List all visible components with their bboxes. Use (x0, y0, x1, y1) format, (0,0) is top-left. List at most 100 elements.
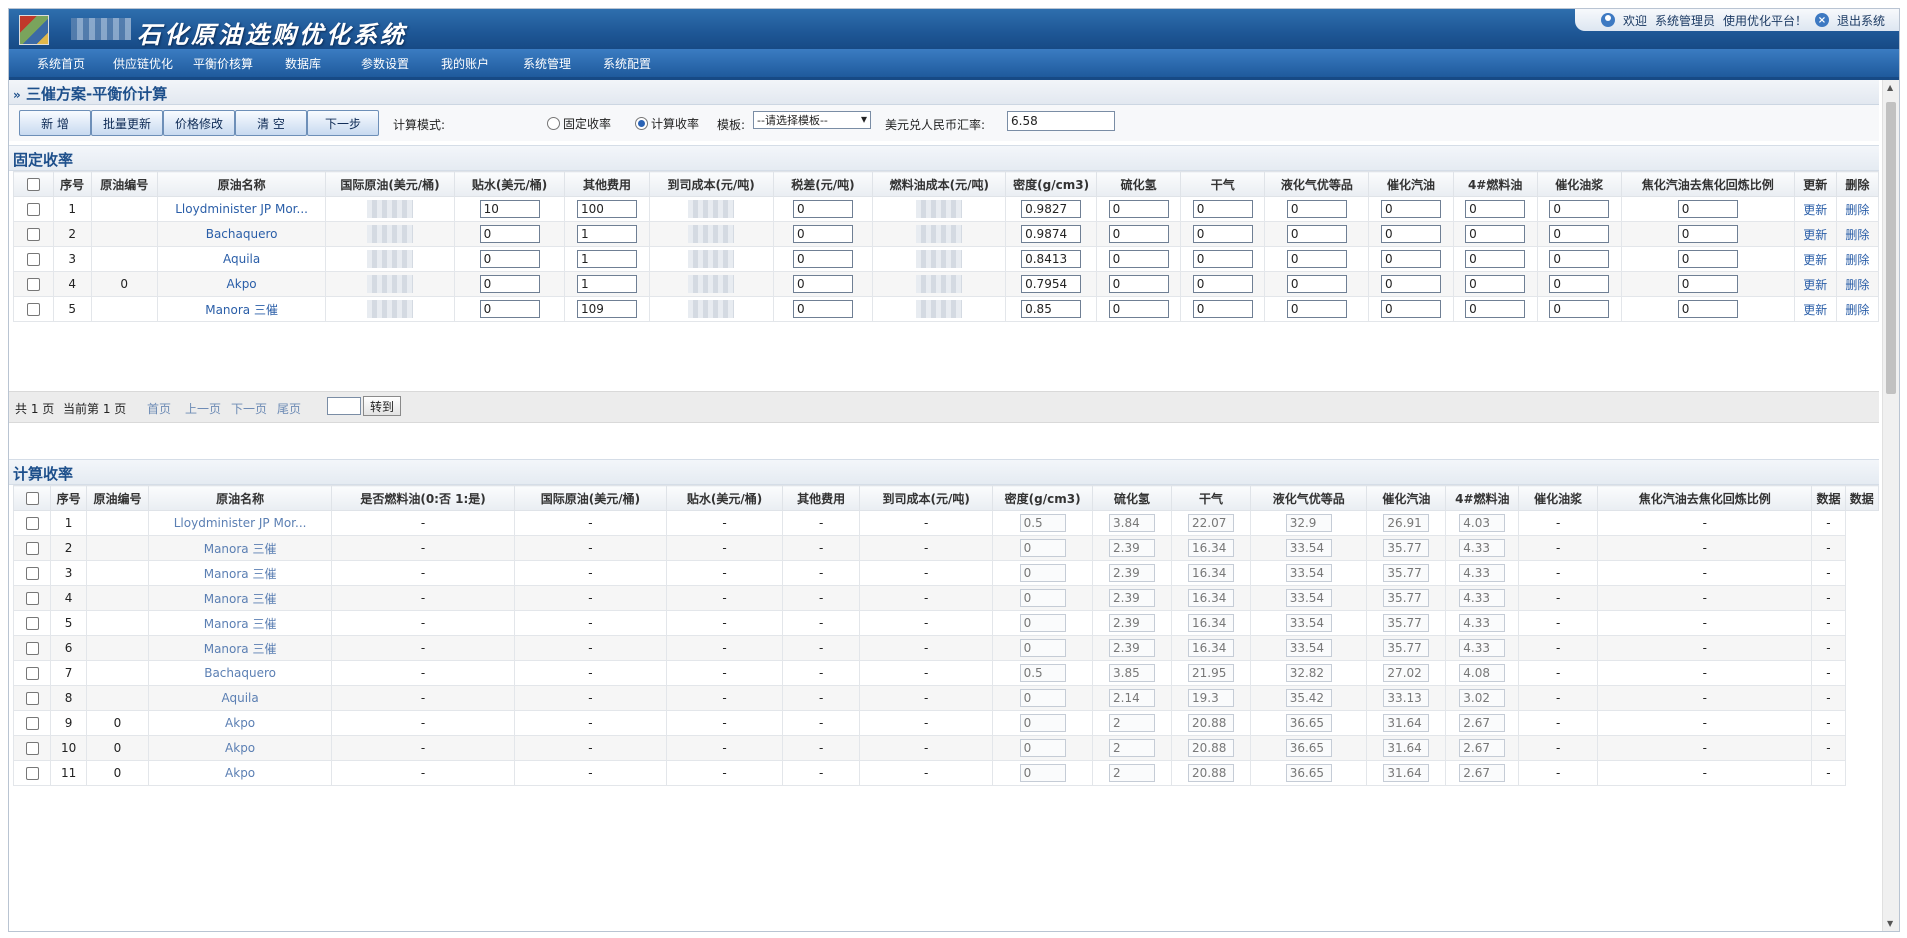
mode-calc-radio[interactable]: 计算收率 (635, 115, 699, 132)
dry-gas-cell[interactable]: 0 (1180, 221, 1266, 247)
slurry-input[interactable]: 0 (1549, 300, 1610, 318)
density-input[interactable]: 0.9827 (1021, 200, 1082, 218)
dry-gas-input[interactable]: 0 (1192, 275, 1253, 293)
slurry-input[interactable]: 0 (1549, 225, 1610, 243)
density-input[interactable]: 0.85 (1021, 300, 1082, 318)
slurry-cell[interactable]: 0 (1536, 296, 1622, 322)
crude-name[interactable]: Manora 三催 (148, 585, 333, 611)
update-cell[interactable]: 更新 (1793, 221, 1837, 247)
other-fee-input[interactable]: 1 (577, 275, 638, 293)
crude-name[interactable]: Manora 三催 (156, 296, 327, 322)
crude-name-link[interactable]: Lloydminister JP Mor... (175, 202, 308, 216)
premium-cell[interactable]: 10 (453, 196, 566, 222)
crude-name[interactable]: Aquila (156, 246, 327, 272)
other-fee-input[interactable]: 100 (577, 200, 638, 218)
fuel4-cell[interactable]: 0 (1452, 196, 1538, 222)
h2s-input[interactable]: 0 (1108, 225, 1169, 243)
crude-name[interactable]: Aquila (148, 685, 333, 711)
crude-name[interactable]: Manora 三催 (148, 610, 333, 636)
nav-home[interactable]: 系统首页 (37, 55, 85, 72)
pager-last[interactable]: 尾页 (277, 400, 301, 417)
nav-balance-price[interactable]: 平衡价核算 (193, 55, 253, 72)
coking-ratio-input[interactable]: 0 (1677, 225, 1738, 243)
gasoline-input[interactable]: 0 (1381, 225, 1441, 243)
slurry-cell[interactable]: 0 (1536, 246, 1622, 272)
nav-parameters[interactable]: 参数设置 (361, 55, 409, 72)
density-cell[interactable]: 0.85 (1005, 296, 1098, 322)
scroll-down-icon[interactable]: ▼ (1887, 919, 1893, 928)
checkbox[interactable] (25, 517, 39, 530)
next-step-button[interactable]: 下一步 (307, 110, 379, 136)
checkbox[interactable] (25, 567, 39, 580)
logout-icon[interactable]: × (1814, 13, 1829, 27)
delete-link[interactable]: 删除 (1845, 253, 1869, 267)
slurry-cell[interactable]: 0 (1536, 196, 1622, 222)
nav-supply-chain[interactable]: 供应链优化 (113, 55, 173, 72)
pager-first[interactable]: 首页 (147, 400, 171, 417)
checkbox[interactable] (25, 617, 39, 630)
mode-fixed-radio[interactable]: 固定收率 (547, 115, 611, 132)
gasoline-input[interactable]: 0 (1381, 200, 1441, 218)
dry-gas-cell[interactable]: 0 (1180, 296, 1266, 322)
lpg-input[interactable]: 0 (1286, 200, 1347, 218)
nav-system-config[interactable]: 系统配置 (603, 55, 651, 72)
lpg-cell[interactable]: 0 (1264, 221, 1370, 247)
coking-ratio-cell[interactable]: 0 (1620, 196, 1795, 222)
template-select[interactable]: --请选择模板-- (753, 111, 871, 129)
other-fee-input[interactable]: 1 (577, 225, 638, 243)
checkbox[interactable] (25, 742, 39, 755)
update-link[interactable]: 更新 (1803, 303, 1827, 317)
page-number-input[interactable] (327, 397, 361, 415)
vertical-scrollbar[interactable]: ▲ ▼ (1882, 80, 1899, 931)
add-button[interactable]: 新 增 (19, 110, 91, 136)
premium-cell[interactable]: 0 (453, 221, 566, 247)
fuel4-cell[interactable]: 0 (1452, 221, 1538, 247)
crude-name-link[interactable]: Manora 三催 (204, 617, 277, 631)
checkbox[interactable] (25, 692, 39, 705)
update-cell[interactable]: 更新 (1793, 296, 1837, 322)
gasoline-cell[interactable]: 0 (1368, 196, 1454, 222)
crude-name-link[interactable]: Akpo (225, 716, 255, 730)
dry-gas-input[interactable]: 0 (1192, 300, 1253, 318)
delete-link[interactable]: 删除 (1845, 278, 1869, 292)
slurry-cell[interactable]: 0 (1536, 271, 1622, 297)
logout-link[interactable]: 退出系统 (1837, 12, 1885, 29)
crude-name-link[interactable]: Akpo (227, 277, 257, 291)
density-input[interactable]: 0.8413 (1021, 250, 1082, 268)
fuel4-input[interactable]: 0 (1465, 300, 1526, 318)
other-fee-cell[interactable]: 1 (564, 271, 650, 297)
checkbox[interactable] (26, 303, 40, 316)
crude-name[interactable]: Bachaquero (148, 660, 333, 686)
update-link[interactable]: 更新 (1803, 203, 1827, 217)
crude-name-link[interactable]: Manora 三催 (205, 303, 278, 317)
fuel4-input[interactable]: 0 (1465, 200, 1526, 218)
row-checkbox[interactable] (12, 760, 52, 786)
tax-diff-input[interactable]: 0 (792, 275, 853, 293)
crude-name[interactable]: Manora 三催 (148, 535, 333, 561)
premium-cell[interactable]: 0 (453, 296, 566, 322)
scroll-up-icon[interactable]: ▲ (1887, 83, 1893, 92)
row-checkbox[interactable] (12, 560, 52, 586)
slurry-cell[interactable]: 0 (1536, 221, 1622, 247)
checkbox[interactable] (26, 228, 40, 241)
fuel4-cell[interactable]: 0 (1452, 296, 1538, 322)
tax-diff-cell[interactable]: 0 (772, 196, 874, 222)
crude-name[interactable]: Akpo (148, 760, 333, 786)
price-edit-button[interactable]: 价格修改 (163, 110, 235, 136)
dry-gas-input[interactable]: 0 (1192, 200, 1253, 218)
tax-diff-input[interactable]: 0 (792, 200, 853, 218)
crude-name-link[interactable]: Manora 三催 (204, 542, 277, 556)
fuel4-input[interactable]: 0 (1465, 250, 1526, 268)
checkbox[interactable] (26, 278, 40, 291)
crude-name-link[interactable]: Aquila (223, 252, 260, 266)
crude-name-link[interactable]: Akpo (225, 766, 255, 780)
lpg-input[interactable]: 0 (1286, 250, 1347, 268)
tax-diff-cell[interactable]: 0 (772, 246, 874, 272)
nav-system-admin[interactable]: 系统管理 (523, 55, 571, 72)
crude-name-link[interactable]: Lloydminister JP Mor... (174, 516, 307, 530)
fuel4-cell[interactable]: 0 (1452, 246, 1538, 272)
density-cell[interactable]: 0.9827 (1005, 196, 1098, 222)
update-cell[interactable]: 更新 (1793, 246, 1837, 272)
gasoline-input[interactable]: 0 (1381, 275, 1441, 293)
update-cell[interactable]: 更新 (1793, 196, 1837, 222)
